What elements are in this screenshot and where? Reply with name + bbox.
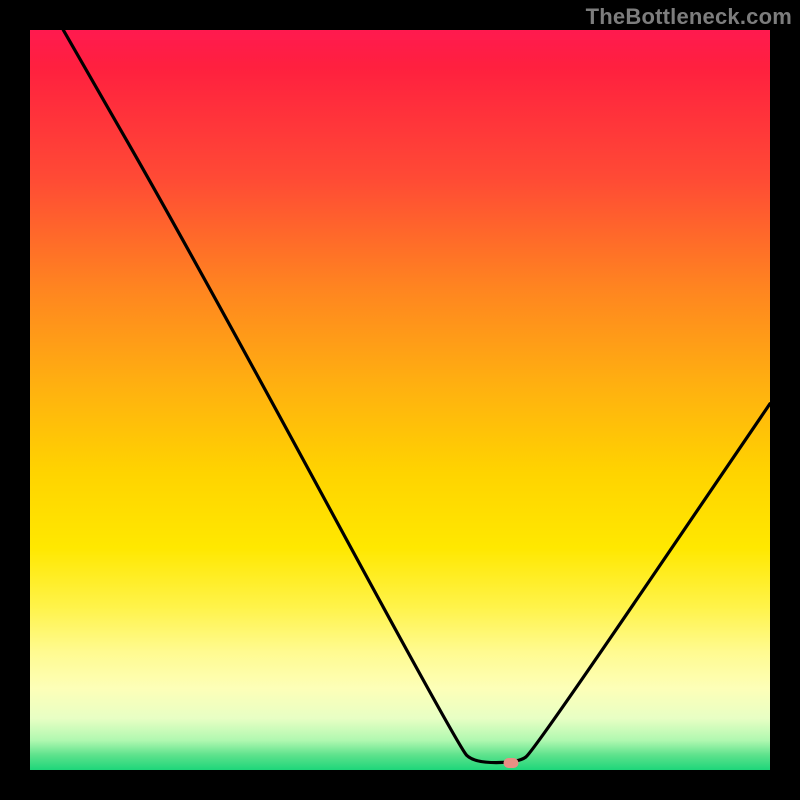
watermark-text: TheBottleneck.com	[586, 4, 792, 30]
curve-path	[63, 30, 770, 763]
optimum-marker	[504, 758, 519, 768]
chart-container: TheBottleneck.com	[0, 0, 800, 800]
bottleneck-curve	[30, 30, 770, 770]
plot-area	[30, 30, 770, 770]
